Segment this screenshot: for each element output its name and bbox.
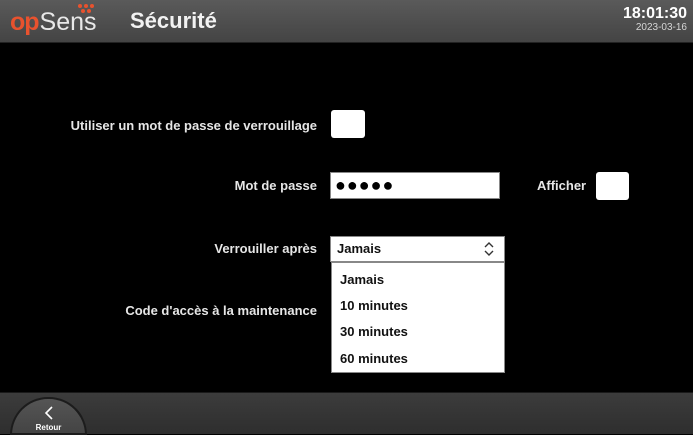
lock-password-label: Utiliser un mot de passe de verrouillage: [70, 118, 317, 133]
bottom-bar: [0, 392, 693, 434]
logo-dots: [77, 4, 97, 14]
dropdown-option[interactable]: 60 minutes: [340, 351, 408, 367]
lock-password-checkbox[interactable]: [331, 110, 365, 138]
maintenance-code-label: Code d'accès à la maintenance: [125, 303, 317, 318]
opsens-logo: op Sens: [10, 4, 97, 36]
lock-after-select[interactable]: Jamais: [330, 236, 505, 262]
lock-after-label: Verrouiller après: [214, 241, 317, 256]
page-title: Sécurité: [130, 8, 217, 33]
lock-after-dropdown: Jamais 10 minutes 30 minutes 60 minutes: [331, 262, 505, 373]
chevron-left-icon: [44, 406, 53, 420]
updown-chevron-icon: [484, 242, 494, 256]
clock-date: 2023-03-16: [635, 22, 687, 33]
logo-op: op: [10, 8, 40, 36]
logo-sens: Sens: [40, 4, 97, 36]
dropdown-option[interactable]: 10 minutes: [340, 298, 408, 314]
password-field[interactable]: ●●●●●: [330, 172, 500, 199]
top-bar: op Sens Sécurité 18:01:30 2023-03-16: [0, 0, 693, 43]
clock-time: 18:01:30: [622, 5, 687, 22]
show-password-checkbox[interactable]: [596, 172, 629, 200]
show-password-label: Afficher: [537, 178, 587, 193]
dropdown-option[interactable]: 30 minutes: [340, 324, 408, 340]
dropdown-option[interactable]: Jamais: [340, 272, 384, 288]
back-label: Retour: [35, 423, 62, 432]
password-label: Mot de passe: [234, 178, 317, 193]
clock: 18:01:30 2023-03-16: [623, 5, 687, 34]
lock-after-value: Jamais: [337, 241, 382, 256]
